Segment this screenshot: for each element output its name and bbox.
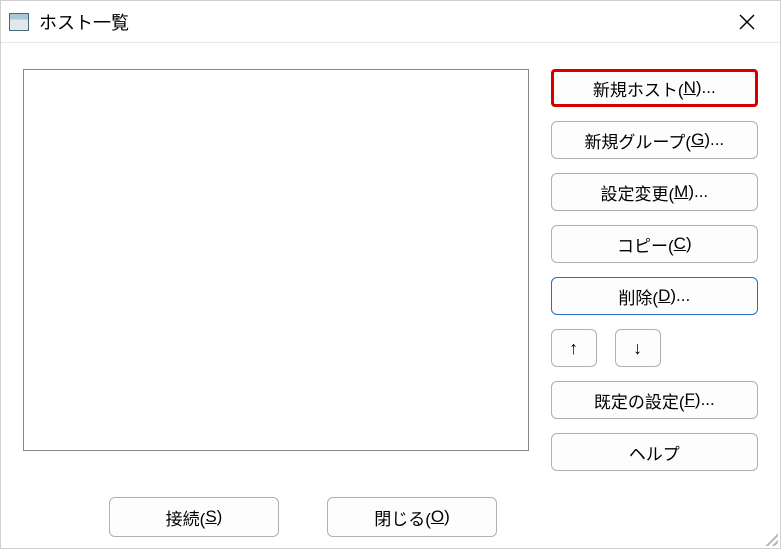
button-mnemonic: S bbox=[205, 507, 216, 527]
button-label: 設定変更( bbox=[600, 180, 674, 205]
connect-button[interactable]: 接続(S) bbox=[109, 497, 279, 537]
new-host-button[interactable]: 新規ホスト(N)... bbox=[551, 69, 758, 107]
button-suffix: ) bbox=[217, 507, 223, 527]
titlebar: ホスト一覧 bbox=[1, 1, 780, 43]
button-label: ヘルプ bbox=[629, 440, 680, 465]
button-mnemonic: F bbox=[685, 390, 695, 410]
side-button-panel: 新規ホスト(N)... 新規グループ(G)... 設定変更(M)... コピー(… bbox=[551, 69, 758, 471]
up-arrow-icon: ↑ bbox=[569, 338, 578, 359]
host-list-dialog: ホスト一覧 新規ホスト(N)... 新規グループ(G)... 設定変更(M)..… bbox=[0, 0, 781, 549]
window-title: ホスト一覧 bbox=[39, 9, 722, 35]
app-icon bbox=[9, 13, 29, 31]
button-label: 閉じる( bbox=[374, 505, 431, 530]
new-group-button[interactable]: 新規グループ(G)... bbox=[551, 121, 758, 159]
down-arrow-icon: ↓ bbox=[633, 338, 642, 359]
edit-settings-button[interactable]: 設定変更(M)... bbox=[551, 173, 758, 211]
default-settings-button[interactable]: 既定の設定(F)... bbox=[551, 381, 758, 419]
button-label: 新規ホスト( bbox=[593, 76, 684, 101]
reorder-buttons: ↑ ↓ bbox=[551, 329, 758, 367]
host-listbox[interactable] bbox=[23, 69, 529, 451]
button-suffix: )... bbox=[696, 78, 716, 98]
delete-button[interactable]: 削除(D)... bbox=[551, 277, 758, 315]
copy-button[interactable]: コピー(C) bbox=[551, 225, 758, 263]
button-suffix: ) bbox=[444, 507, 450, 527]
button-mnemonic: N bbox=[684, 78, 696, 98]
button-label: 削除( bbox=[618, 284, 658, 309]
button-mnemonic: O bbox=[431, 507, 444, 527]
help-button[interactable]: ヘルプ bbox=[551, 433, 758, 471]
content-area: 新規ホスト(N)... 新規グループ(G)... 設定変更(M)... コピー(… bbox=[1, 43, 780, 548]
button-mnemonic: G bbox=[691, 130, 704, 150]
close-icon[interactable] bbox=[722, 2, 772, 42]
close-button[interactable]: 閉じる(O) bbox=[327, 497, 497, 537]
button-suffix: ) bbox=[686, 234, 692, 254]
move-down-button[interactable]: ↓ bbox=[615, 329, 661, 367]
button-mnemonic: C bbox=[674, 234, 686, 254]
button-mnemonic: D bbox=[658, 286, 670, 306]
button-suffix: )... bbox=[670, 286, 690, 306]
button-label: コピー( bbox=[617, 232, 674, 257]
button-label: 既定の設定( bbox=[594, 388, 685, 413]
resize-grip[interactable] bbox=[762, 530, 778, 546]
button-label: 接続( bbox=[166, 505, 206, 530]
button-label: 新規グループ( bbox=[584, 128, 691, 153]
button-suffix: )... bbox=[688, 182, 708, 202]
button-suffix: )... bbox=[704, 130, 724, 150]
button-mnemonic: M bbox=[674, 182, 688, 202]
bottom-button-row: 接続(S) 閉じる(O) bbox=[23, 497, 758, 537]
button-suffix: )... bbox=[695, 390, 715, 410]
move-up-button[interactable]: ↑ bbox=[551, 329, 597, 367]
